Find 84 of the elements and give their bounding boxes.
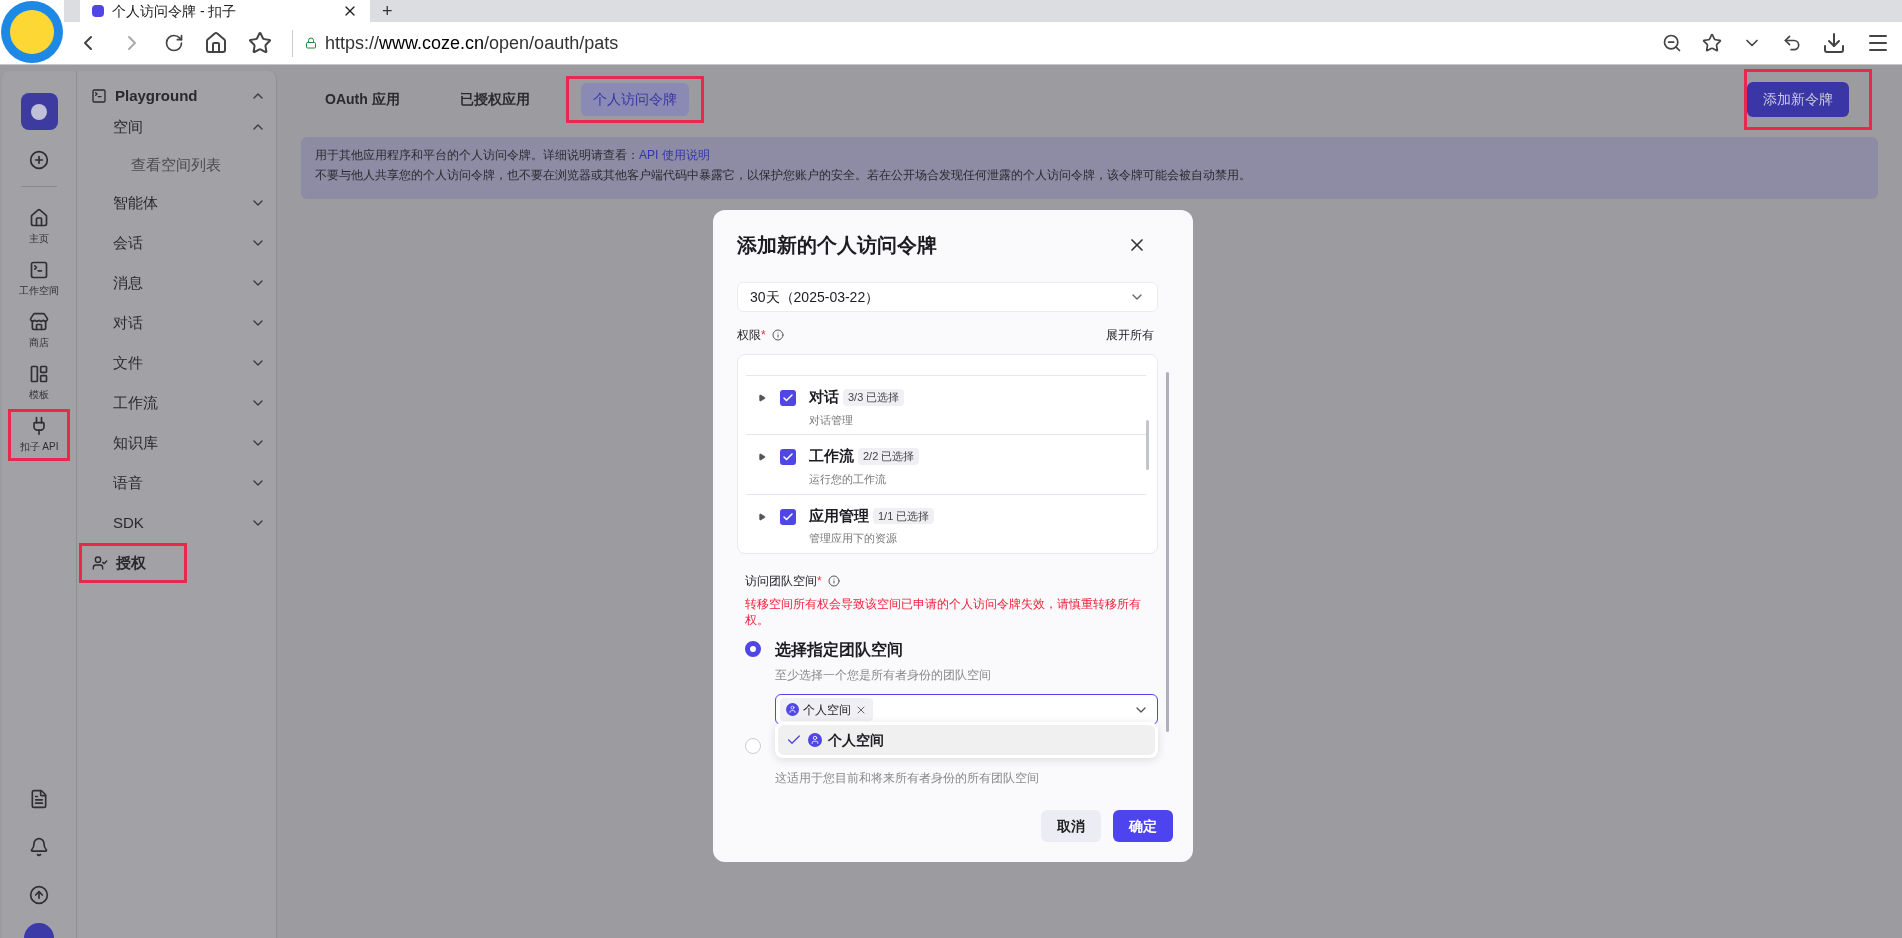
rail-icon — [29, 312, 49, 332]
nav-item[interactable]: 空间 — [91, 107, 266, 147]
add-icon[interactable] — [29, 150, 49, 170]
lock-icon — [305, 37, 317, 49]
check-icon — [782, 392, 794, 404]
home-icon[interactable] — [204, 31, 228, 55]
field-label: 访问团队空间* — [745, 573, 822, 590]
checkbox[interactable] — [780, 508, 796, 525]
permission-description: 管理应用下的资源 — [809, 531, 898, 547]
selected-count: 3/3 已选择 — [843, 389, 905, 406]
rail-icon — [29, 260, 49, 280]
star-icon[interactable] — [248, 31, 272, 55]
selected-count: 1/1 已选择 — [873, 507, 935, 525]
browser-tab[interactable]: 个人访问令牌 - 扣子 — [80, 0, 370, 22]
address-bar[interactable]: https://www.coze.cn/open/oauth/pats — [292, 29, 1642, 57]
nav-section[interactable]: Playground — [91, 85, 266, 107]
reload-icon[interactable] — [164, 33, 184, 53]
check-icon — [782, 510, 794, 523]
star-icon[interactable] — [1702, 33, 1722, 53]
rail-item[interactable]: 模板 — [8, 357, 70, 409]
nav-item[interactable]: 消息 — [91, 263, 266, 303]
modal-title: 添加新的个人访问令牌 — [737, 233, 938, 258]
app-logo[interactable] — [20, 93, 58, 130]
tab[interactable]: 已授权应用 — [435, 78, 554, 120]
expand-arrow-icon[interactable] — [758, 453, 766, 462]
upload-icon[interactable] — [29, 885, 49, 905]
option-description: 这适用于您目前和将来所有者身份的所有团队空间 — [775, 770, 1040, 787]
browser-logo[interactable] — [1, 1, 63, 63]
selected-count: 2/2 已选择 — [858, 448, 920, 465]
document-icon[interactable] — [29, 789, 49, 809]
expand-arrow-icon[interactable] — [758, 512, 766, 521]
rail-item[interactable]: 主页 — [8, 201, 70, 253]
rail-item[interactable]: 商店 — [8, 305, 70, 357]
warning-text: 转移空间所有权会导致该空间已申请的个人访问令牌失效，请慎重转移所有权。 — [744, 596, 1142, 628]
field-label: 权限* — [737, 327, 766, 344]
rail-item[interactable]: 工作空间 — [8, 253, 70, 305]
radio-button[interactable] — [745, 641, 761, 657]
permission-name: 对话 — [809, 387, 839, 407]
nav-item[interactable]: SDK — [91, 503, 266, 543]
confirm-button[interactable]: 确定 — [1113, 810, 1173, 842]
add-token-button[interactable]: 添加新令牌 — [1747, 81, 1849, 117]
zoom-icon[interactable] — [1662, 33, 1682, 53]
nav-subitem[interactable]: 查看空间列表 — [91, 147, 266, 183]
info-icon[interactable] — [827, 575, 840, 587]
permission-name: 应用管理 — [809, 505, 869, 526]
option-label[interactable]: 选择指定团队空间 — [775, 638, 1158, 662]
nav-item[interactable]: 文件 — [91, 343, 266, 383]
nav-item[interactable]: 授权 — [79, 543, 187, 583]
permission-name: 工作流 — [809, 446, 854, 467]
expiry-select[interactable]: 30天（2025-03-22） — [737, 282, 1158, 312]
new-tab-icon[interactable]: + — [382, 2, 393, 20]
nav-item[interactable]: 语音 — [91, 463, 266, 503]
rail-icon — [29, 364, 49, 384]
rail-icon — [29, 208, 49, 228]
dropdown-option[interactable]: 个人空间 — [778, 725, 1155, 755]
rail-item[interactable]: 扣子 API — [8, 409, 70, 461]
nav-item[interactable]: 工作流 — [91, 383, 266, 423]
bell-icon[interactable] — [29, 837, 49, 857]
checkbox[interactable] — [780, 390, 796, 406]
expand-arrow-icon[interactable] — [758, 394, 766, 402]
banner-text: 不要与他人共享您的个人访问令牌，也不要在浏览器或其他客户端代码中暴露它，以保护您账户的安全。若在公开场合发现任何泄露的个人访问令牌，该令牌可能会被自动禁用。 — [315, 167, 1251, 184]
undo-icon[interactable] — [1782, 33, 1802, 53]
banner-text: 用于其他应用程序和平台的个人访问令牌。详细说明请查看：API 使用说明 — [315, 147, 710, 164]
option-description: 至少选择一个您是所有者身份的团队空间 — [775, 667, 992, 684]
permission-description: 运行您的工作流 — [809, 471, 887, 487]
download-icon[interactable] — [1822, 31, 1846, 55]
nav-item[interactable]: 对话 — [91, 303, 266, 343]
user-icon — [808, 733, 822, 747]
nav-item[interactable]: 智能体 — [91, 183, 266, 223]
terminal-icon — [91, 88, 107, 104]
info-icon[interactable] — [771, 329, 784, 341]
nav-item[interactable]: 知识库 — [91, 423, 266, 463]
nav-item[interactable]: 会话 — [91, 223, 266, 263]
checkbox[interactable] — [780, 449, 796, 466]
tab[interactable]: OAuth 应用 — [301, 78, 424, 120]
avatar[interactable] — [24, 923, 54, 938]
user-icon — [786, 703, 799, 716]
cancel-button[interactable]: 取消 — [1041, 810, 1101, 842]
space-tag: 个人空间 — [780, 698, 873, 721]
scrollbar-thumb — [1146, 420, 1149, 470]
tab-favicon-icon — [92, 5, 104, 17]
expand-all-link[interactable]: 展开所有 — [1106, 326, 1154, 344]
user-check-icon — [92, 555, 108, 571]
permission-description: 对话管理 — [809, 412, 854, 428]
